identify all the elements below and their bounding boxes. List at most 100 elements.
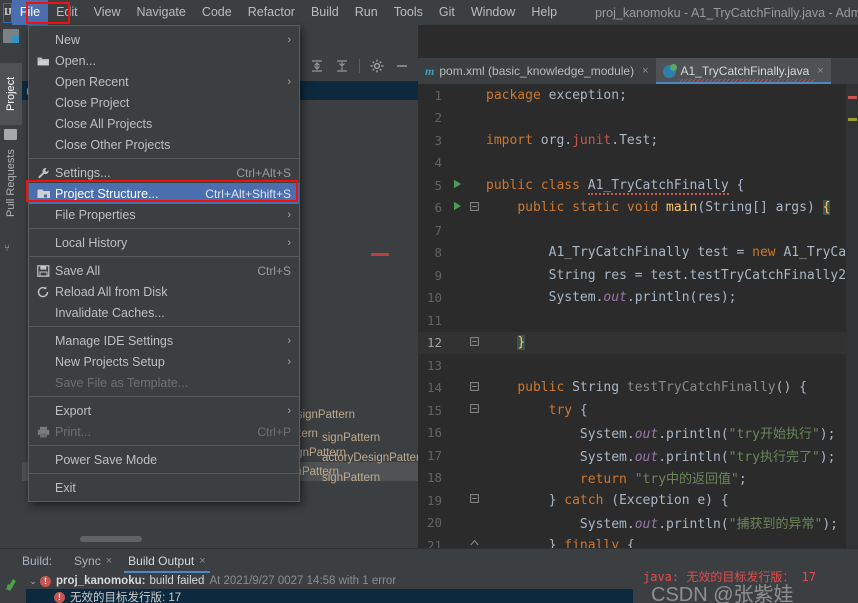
close-icon[interactable]: ×	[642, 65, 648, 77]
menu-code-label: Code	[201, 5, 232, 19]
code-line[interactable]: 3 import org.junit.Test;	[418, 129, 858, 152]
menu-file[interactable]: File	[11, 0, 49, 25]
file-menu-item-exit[interactable]: Exit	[29, 477, 299, 498]
code-line[interactable]: 12 }	[418, 331, 858, 354]
line-number: 11	[426, 312, 442, 328]
code-text: } catch (Exception e) {	[486, 492, 729, 508]
code-line[interactable]: 2	[418, 107, 858, 130]
build-rerun-icon[interactable]	[0, 573, 26, 603]
code-line[interactable]: 5 public class A1_TryCatchFinally {	[418, 174, 858, 197]
stripe-warning-marker[interactable]	[848, 118, 857, 121]
expand-all-icon[interactable]	[309, 58, 325, 74]
collapse-all-icon[interactable]	[334, 58, 350, 74]
build-tool-window: Build: Sync × Build Output × ⌄ ! proj_ka…	[0, 548, 858, 603]
code-line[interactable]: 4	[418, 152, 858, 175]
project-horizontal-scrollbar[interactable]	[80, 536, 142, 542]
editor-tab-pom-xml[interactable]: m pom.xml (basic_knowledge_module) ×	[418, 58, 656, 84]
maven-icon: m	[425, 63, 435, 78]
pull-request-icon: ⑂	[4, 243, 10, 254]
menu-edit[interactable]: Edit	[48, 0, 86, 25]
code-line[interactable]: 1 package exception;	[418, 84, 858, 107]
menu-build[interactable]: Build	[303, 0, 347, 25]
file-menu-item-reload-all-from-disk[interactable]: Reload All from Disk	[29, 281, 299, 302]
code-line[interactable]: 17 System.out.println("try执行完了");	[418, 444, 858, 467]
code-fold-toggle[interactable]	[466, 381, 482, 394]
code-editor[interactable]: 1 package exception; 2 3 import org.junit.T…	[418, 84, 858, 548]
code-line[interactable]: 15 try {	[418, 399, 858, 422]
error-stripe-scrollbar[interactable]	[846, 84, 858, 548]
menu-run[interactable]: Run	[347, 0, 386, 25]
file-menu-item-power-save-mode[interactable]: Power Save Mode	[29, 449, 299, 470]
menu-window[interactable]: Window	[463, 0, 523, 25]
close-icon[interactable]: ×	[106, 555, 112, 567]
code-fold-toggle[interactable]	[466, 494, 482, 506]
file-menu-item-close-project[interactable]: Close Project	[29, 92, 299, 113]
code-line[interactable]: 11	[418, 309, 858, 332]
tree-fragment-2: actoryDesignPattern	[322, 452, 418, 464]
editor-tab-a1-trycatchfinally[interactable]: A1_TryCatchFinally.java ×	[655, 58, 831, 84]
menu-refactor[interactable]: Refactor	[240, 0, 303, 25]
run-gutter-icon[interactable]	[448, 201, 466, 214]
menu-tools[interactable]: Tools	[386, 0, 431, 25]
code-line[interactable]: 8 A1_TryCatchFinally test = new A1_TryCa…	[418, 242, 858, 265]
watermark-text: CSDN @张紫娃	[651, 584, 794, 603]
file-menu-item-export[interactable]: Export ›	[29, 400, 299, 421]
code-line[interactable]: 14 public String testTryCatchFinally() {	[418, 377, 858, 400]
file-menu-item-settings-label: Settings...	[55, 165, 111, 180]
file-menu-item-settings-shortcut: Ctrl+Alt+S	[236, 165, 291, 180]
menu-view[interactable]: View	[86, 0, 129, 25]
build-label: Build:	[22, 554, 53, 568]
close-icon[interactable]: ×	[817, 65, 823, 77]
file-menu-item-project-structure[interactable]: Project Structure... Ctrl+Alt+Shift+S	[29, 183, 299, 204]
code-line[interactable]: 6 public static void main(String[] args)…	[418, 197, 858, 220]
code-line[interactable]: 13	[418, 354, 858, 377]
sidebar-item-project[interactable]: Project	[0, 63, 22, 125]
file-menu-item-close-all-projects[interactable]: Close All Projects	[29, 113, 299, 134]
chevron-down-icon[interactable]: ⌄	[26, 576, 40, 587]
file-menu-item-save-all[interactable]: Save All Ctrl+S	[29, 260, 299, 281]
code-fold-toggle[interactable]	[466, 201, 482, 214]
code-fold-toggle[interactable]	[466, 336, 482, 349]
menu-help[interactable]: Help	[523, 0, 565, 25]
run-gutter-icon[interactable]	[448, 179, 466, 192]
line-number: 21	[426, 537, 442, 548]
code-line[interactable]: 21 } finally {	[418, 534, 858, 548]
build-tab-build-output[interactable]: Build Output ×	[120, 549, 213, 573]
file-menu-item-settings[interactable]: Settings... Ctrl+Alt+S	[29, 162, 299, 183]
file-menu-item-new-projects-setup[interactable]: New Projects Setup ›	[29, 351, 299, 372]
menu-navigate[interactable]: Navigate	[128, 0, 193, 25]
close-icon[interactable]: ×	[199, 555, 205, 567]
code-line[interactable]: 7	[418, 219, 858, 242]
error-icon: !	[54, 591, 65, 603]
menu-git[interactable]: Git	[431, 0, 463, 25]
code-fold-toggle[interactable]	[466, 404, 482, 416]
file-menu-item-manage-ide-settings[interactable]: Manage IDE Settings ›	[29, 330, 299, 351]
menu-code[interactable]: Code	[194, 0, 240, 25]
code-line[interactable]: 16 System.out.println("try开始执行");	[418, 422, 858, 445]
file-menu-item-open[interactable]: Open...	[29, 50, 299, 71]
file-menu-item-local-history[interactable]: Local History ›	[29, 232, 299, 253]
code-fold-toggle[interactable]	[466, 539, 482, 548]
module-icon	[37, 188, 55, 200]
ide-window: IJ File Edit View Navigate Code Refactor Build…	[0, 0, 858, 603]
file-menu-item-exit-label: Exit	[55, 480, 76, 495]
file-menu-item-file-properties[interactable]: File Properties ›	[29, 204, 299, 225]
code-line[interactable]: 20 System.out.println("捕获到的异常");	[418, 512, 858, 535]
printer-icon	[37, 426, 55, 438]
editor-left-error-marker	[371, 253, 389, 256]
menu-bar-items: File Edit View Navigate Code Refactor Build Run…	[11, 0, 565, 25]
build-tab-sync[interactable]: Sync ×	[66, 549, 120, 573]
stripe-error-marker[interactable]	[848, 96, 857, 99]
code-line[interactable]: 19 } catch (Exception e) {	[418, 489, 858, 512]
code-line[interactable]: 10 System.out.println(res);	[418, 287, 858, 310]
file-menu-item-close-other-projects[interactable]: Close Other Projects	[29, 134, 299, 155]
file-menu-item-open-recent[interactable]: Open Recent ›	[29, 71, 299, 92]
file-menu-item-close-project-label: Close Project	[55, 95, 130, 110]
hide-panel-icon[interactable]	[394, 58, 410, 74]
code-line[interactable]: 9 String res = test.testTryCatchFinally2…	[418, 264, 858, 287]
sidebar-item-pull-requests[interactable]: Pull Requests	[0, 133, 22, 233]
file-menu-item-invalidate-caches[interactable]: Invalidate Caches...	[29, 302, 299, 323]
file-menu-item-new[interactable]: New ›	[29, 29, 299, 50]
code-line[interactable]: 18 return "try中的返回值";	[418, 467, 858, 490]
gear-icon[interactable]	[369, 58, 385, 74]
